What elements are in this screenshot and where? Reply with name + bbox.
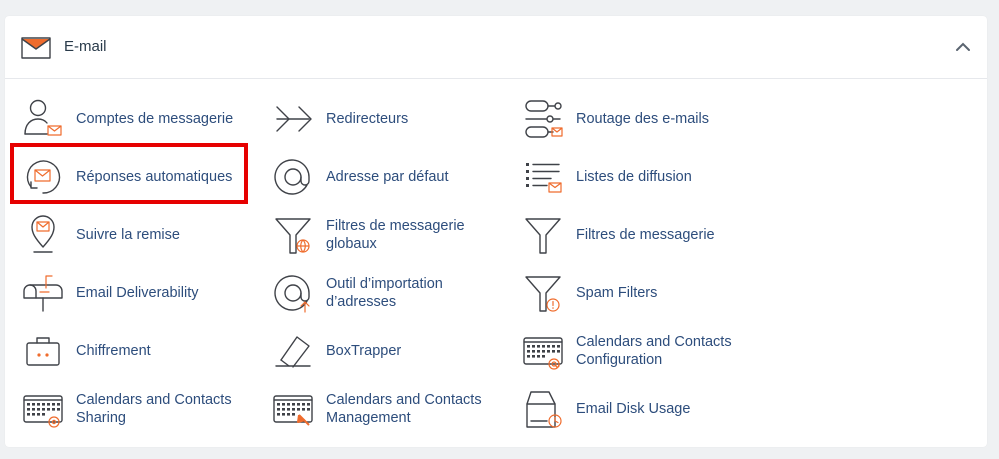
- menu-item-routage-des-emails[interactable]: Routage des e-mails: [509, 97, 749, 141]
- menu-item-suivre-la-remise[interactable]: Suivre la remise: [9, 213, 249, 257]
- calendar-management-icon: [271, 387, 315, 431]
- menu-item-outil-importation[interactable]: Outil d’importation d’adresses: [259, 271, 499, 315]
- location-pin-mail-icon: [21, 213, 65, 257]
- at-sign-icon: [271, 155, 315, 199]
- menu-item-spam-filters[interactable]: Spam Filters: [509, 271, 749, 315]
- menu-item-filtres-de-messagerie[interactable]: Filtres de messagerie: [509, 213, 749, 257]
- menu-item-label: BoxTrapper: [326, 343, 402, 359]
- briefcase-lock-icon: [21, 329, 65, 373]
- boxtrapper-icon: [271, 329, 315, 373]
- menu-item-filtres-globaux[interactable]: Filtres de messagerie globaux: [259, 213, 499, 257]
- menu-item-label: Calendars and Contacts Sharing: [76, 392, 232, 426]
- menu-item-label: Email Deliverability: [76, 285, 199, 301]
- menu-item-redirecteurs[interactable]: Redirecteurs: [259, 97, 499, 141]
- menu-item-calendars-contacts-configuration[interactable]: Calendars and Contacts Configuration: [509, 329, 749, 373]
- forwarders-arrow-icon: [271, 97, 315, 141]
- menu-item-label: Spam Filters: [576, 285, 658, 301]
- menu-item-label: Chiffrement: [76, 343, 151, 359]
- menu-item-email-disk-usage[interactable]: Email Disk Usage: [509, 387, 749, 431]
- autoresponder-icon: [21, 155, 65, 199]
- global-filter-icon: [271, 213, 315, 257]
- menu-item-label: Calendars and Contacts Management: [326, 392, 482, 426]
- mailbox-icon: [21, 271, 65, 315]
- user-mail-icon: [21, 97, 65, 141]
- menu-item-calendars-contacts-sharing[interactable]: Calendars and Contacts Sharing: [9, 387, 249, 431]
- menu-item-label: Calendars and Contacts Configuration: [576, 334, 732, 368]
- mailing-list-icon: [521, 155, 565, 199]
- menu-item-email-deliverability[interactable]: Email Deliverability: [9, 271, 249, 315]
- section-title: E-mail: [64, 38, 107, 55]
- menu-item-label: Comptes de messagerie: [76, 111, 234, 127]
- envelope-icon: [21, 37, 51, 59]
- menu-item-label: Redirecteurs: [326, 111, 409, 127]
- calendar-sharing-icon: [21, 387, 65, 431]
- menu-item-label: Listes de diffusion: [576, 169, 692, 185]
- menu-item-label: Filtres de messagerie: [576, 227, 715, 243]
- menu-item-label: Email Disk Usage: [576, 401, 691, 417]
- section-header[interactable]: E-mail: [5, 16, 987, 79]
- menu-item-label: Routage des e-mails: [576, 111, 709, 127]
- menu-item-chiffrement[interactable]: Chiffrement: [9, 329, 249, 373]
- menu-item-reponses-automatiques[interactable]: Réponses automatiques: [9, 155, 249, 199]
- menu-item-adresse-par-defaut[interactable]: Adresse par défaut: [259, 155, 499, 199]
- menu-item-label: Suivre la remise: [76, 227, 180, 243]
- chevron-up-icon[interactable]: [955, 40, 971, 54]
- menu-item-label: Adresse par défaut: [326, 169, 449, 185]
- calendar-config-icon: [521, 329, 565, 373]
- spam-filter-icon: [521, 271, 565, 315]
- menu-item-label: Outil d’importation d’adresses: [326, 276, 443, 310]
- filter-icon: [521, 213, 565, 257]
- menu-item-calendars-contacts-management[interactable]: Calendars and Contacts Management: [259, 387, 499, 431]
- menu-item-comptes-de-messagerie[interactable]: Comptes de messagerie: [9, 97, 249, 141]
- menu-item-listes-de-diffusion[interactable]: Listes de diffusion: [509, 155, 749, 199]
- routing-icon: [521, 97, 565, 141]
- menu-item-boxtrapper[interactable]: BoxTrapper: [259, 329, 499, 373]
- menu-item-label: Filtres de messagerie globaux: [326, 218, 465, 252]
- disk-usage-icon: [521, 387, 565, 431]
- menu-item-label: Réponses automatiques: [76, 169, 233, 185]
- address-import-icon: [271, 271, 315, 315]
